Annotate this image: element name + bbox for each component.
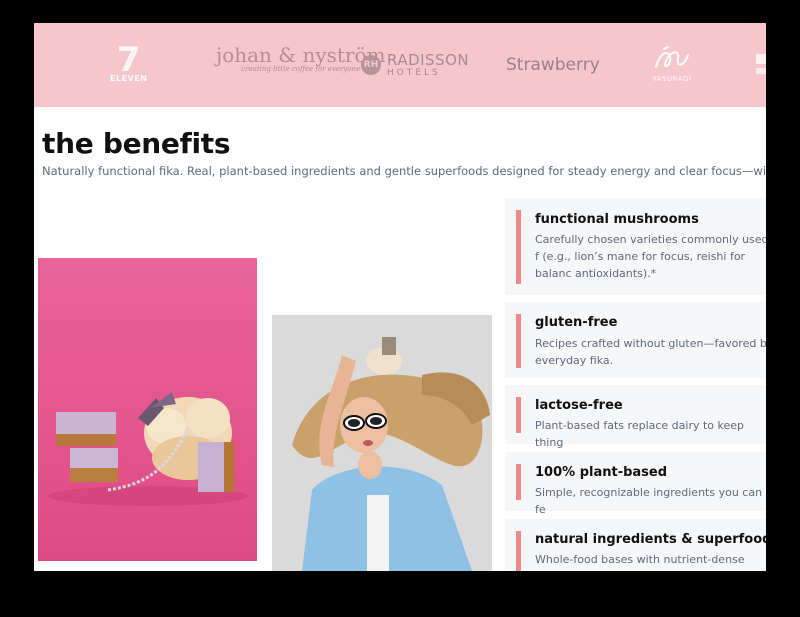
benefit-description: Recipes crafted without gluten—favored b… [535, 337, 766, 367]
seven-eleven-logo: 7 ELEVEN [110, 40, 148, 83]
accent-bar [516, 314, 521, 368]
partial-logo-edge [756, 45, 766, 85]
benefit-card: natural ingredients & superfoods Whole-f… [505, 519, 766, 571]
benefit-description: Carefully chosen varieties commonly used… [535, 233, 766, 280]
benefit-description: Whole-food bases with nutrient-dense add… [535, 553, 745, 571]
benefit-description: Simple, recognizable ingredients you can… [535, 486, 763, 516]
strawberry-logo: Strawberry [506, 55, 600, 75]
radisson-monogram: RH [361, 55, 381, 75]
accent-bar [516, 210, 521, 284]
benefit-name: lactose-free [535, 398, 623, 413]
benefit-description: Plant-based fats replace dairy to keep t… [535, 419, 745, 449]
benefits-title: the benefits [42, 127, 231, 160]
yasuragi-logo: YASURAGI [650, 45, 694, 85]
benefit-card: lactose-free Plant-based fats replace da… [505, 385, 766, 449]
partner-logos-strip: 7 ELEVEN johan & nyström creating little… [34, 23, 766, 107]
dessert-bars-photo [38, 258, 257, 561]
accent-bar [516, 397, 521, 433]
benefit-name: 100% plant-based [535, 465, 668, 480]
benefits-intro: Naturally functional fika. Real, plant-b… [42, 164, 766, 178]
benefit-card: gluten-free Recipes crafted without glut… [505, 302, 766, 378]
benefit-name: gluten-free [535, 315, 618, 330]
browser-viewport: 7 ELEVEN johan & nyström creating little… [34, 23, 766, 571]
benefit-name: natural ingredients & superfoods [535, 532, 766, 547]
benefit-name: functional mushrooms [535, 212, 699, 227]
benefit-card: functional mushrooms Carefully chosen va… [505, 198, 766, 295]
accent-bar [516, 531, 521, 571]
yasuragi-calligraphy-icon [655, 46, 689, 68]
radisson-hotels-logo: RH RADISSON HOTELS [361, 45, 469, 85]
accent-bar [516, 464, 521, 500]
woman-sunglasses-photo [272, 315, 492, 571]
benefit-card: 100% plant-based Simple, recognizable in… [505, 452, 766, 516]
